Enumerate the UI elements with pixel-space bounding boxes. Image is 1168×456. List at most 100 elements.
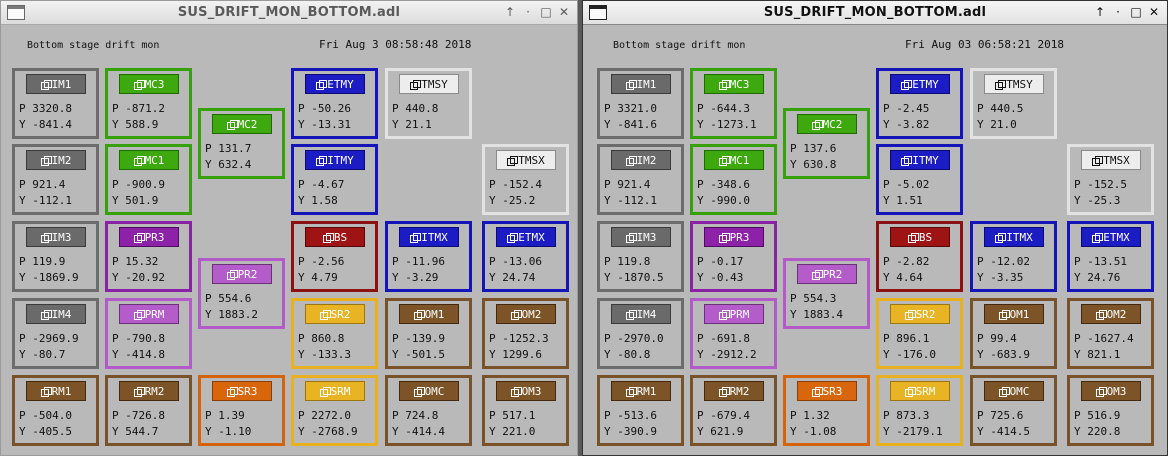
optic-panel-pr3: PR3 P -0.17 Y -0.43: [690, 221, 777, 292]
yaw-readout: Y -25.2: [489, 194, 536, 207]
timestamp: Fri Aug 03 06:58:21 2018: [905, 38, 1064, 51]
related-display-button-om3[interactable]: OM3: [496, 381, 556, 401]
related-display-button-mc1[interactable]: MC1: [119, 150, 179, 170]
related-display-button-prm[interactable]: PRM: [704, 304, 764, 324]
related-display-button-srm[interactable]: SRM: [305, 381, 365, 401]
close-button[interactable]: ✕: [1145, 4, 1163, 21]
related-display-button-im1[interactable]: IM1: [611, 74, 671, 94]
minimize-button[interactable]: ·: [519, 4, 537, 21]
related-display-button-mc2[interactable]: MC2: [797, 114, 857, 134]
pitch-yaw-readout: P -2.82 Y 4.64: [883, 254, 929, 286]
yaw-readout: Y -3.29: [392, 271, 439, 284]
related-display-button-etmy[interactable]: ETMY: [890, 74, 950, 94]
related-display-button-om1[interactable]: OM1: [399, 304, 459, 324]
optic-panel-tmsy: TMSY P 440.8 Y 21.1: [385, 68, 472, 139]
related-display-button-itmx[interactable]: ITMX: [399, 227, 459, 247]
related-display-button-om1[interactable]: OM1: [984, 304, 1044, 324]
related-display-button-bs[interactable]: BS: [890, 227, 950, 247]
optic-panel-pr3: PR3 P 15.32 Y -20.92: [105, 221, 192, 292]
maximize-button[interactable]: □: [537, 4, 555, 21]
keep-above-button[interactable]: ↑: [1091, 4, 1109, 21]
related-display-button-im3[interactable]: IM3: [26, 227, 86, 247]
related-display-button-im2[interactable]: IM2: [611, 150, 671, 170]
related-display-button-etmx[interactable]: ETMX: [1081, 227, 1141, 247]
yaw-value: 1883.2: [218, 308, 258, 321]
optic-panel-tmsy: TMSY P 440.5 Y 21.0: [970, 68, 1057, 139]
pitch-readout: P -13.06: [489, 255, 542, 268]
related-display-icon: [625, 155, 637, 166]
related-display-button-pr3[interactable]: PR3: [704, 227, 764, 247]
related-display-button-om2[interactable]: OM2: [1081, 304, 1141, 324]
related-display-button-itmy[interactable]: ITMY: [305, 150, 365, 170]
close-button[interactable]: ✕: [555, 4, 573, 21]
related-display-button-omc[interactable]: OMC: [399, 381, 459, 401]
related-display-button-itmx[interactable]: ITMX: [984, 227, 1044, 247]
pitch-yaw-readout: P -152.5 Y -25.3: [1074, 177, 1127, 209]
related-display-button-sr3[interactable]: SR3: [797, 381, 857, 401]
pitch-yaw-readout: P -12.02 Y -3.35: [977, 254, 1030, 286]
optic-label: PR3: [729, 230, 750, 244]
pitch-readout: P -679.4: [697, 409, 750, 422]
related-display-button-mc3[interactable]: MC3: [704, 74, 764, 94]
related-display-button-rm2[interactable]: RM2: [119, 381, 179, 401]
pitch-value: 921.4: [32, 178, 66, 191]
pitch-value: -12.02: [990, 255, 1030, 268]
pitch-readout: P 554.3: [790, 292, 837, 305]
optic-label: PR2: [822, 267, 843, 281]
related-display-icon: [226, 386, 238, 397]
related-display-icon: [133, 232, 145, 243]
related-display-button-im2[interactable]: IM2: [26, 150, 86, 170]
related-display-button-srm[interactable]: SRM: [890, 381, 950, 401]
related-display-button-etmy[interactable]: ETMY: [305, 74, 365, 94]
related-display-button-sr2[interactable]: SR2: [890, 304, 950, 324]
related-display-button-om3[interactable]: OM3: [1081, 381, 1141, 401]
related-display-button-im3[interactable]: IM3: [611, 227, 671, 247]
keep-above-button[interactable]: ↑: [501, 4, 519, 21]
optic-panel-etmy: ETMY P -2.45 Y -3.82: [876, 68, 963, 139]
yaw-value: 220.8: [1087, 425, 1121, 438]
related-display-button-tmsy[interactable]: TMSY: [399, 74, 459, 94]
related-display-button-rm1[interactable]: RM1: [611, 381, 671, 401]
pitch-readout: P 921.4: [604, 178, 651, 191]
related-display-button-im1[interactable]: IM1: [26, 74, 86, 94]
related-display-button-sr2[interactable]: SR2: [305, 304, 365, 324]
related-display-button-itmy[interactable]: ITMY: [890, 150, 950, 170]
optic-label: PR3: [144, 230, 165, 244]
optic-label: MC1: [144, 153, 165, 167]
pitch-value: 15.32: [125, 255, 159, 268]
minimize-button[interactable]: ·: [1109, 4, 1127, 21]
related-display-button-tmsx[interactable]: TMSX: [496, 150, 556, 170]
related-display-button-bs[interactable]: BS: [305, 227, 365, 247]
pitch-yaw-readout: P 724.8 Y -414.4: [392, 408, 445, 440]
related-display-button-prm[interactable]: PRM: [119, 304, 179, 324]
window-titlebar[interactable]: SUS_DRIFT_MON_BOTTOM.adl ↑ · □ ✕: [583, 1, 1167, 25]
related-display-button-im4[interactable]: IM4: [26, 304, 86, 324]
related-display-button-sr3[interactable]: SR3: [212, 381, 272, 401]
related-display-button-mc2[interactable]: MC2: [212, 114, 272, 134]
optic-panel-sr3: SR3 P 1.32 Y -1.08: [783, 375, 870, 446]
optic-panel-bs: BS P -2.56 Y 4.79: [291, 221, 378, 292]
related-display-icon: [40, 309, 52, 320]
related-display-icon: [907, 232, 919, 243]
related-display-button-etmx[interactable]: ETMX: [496, 227, 556, 247]
optic-panel-prm: PRM P -691.8 Y -2912.2: [690, 298, 777, 369]
related-display-button-rm1[interactable]: RM1: [26, 381, 86, 401]
yaw-value: 4.79: [311, 271, 338, 284]
related-display-button-pr3[interactable]: PR3: [119, 227, 179, 247]
related-display-button-pr2[interactable]: PR2: [212, 264, 272, 284]
related-display-button-mc1[interactable]: MC1: [704, 150, 764, 170]
related-display-button-tmsy[interactable]: TMSY: [984, 74, 1044, 94]
related-display-icon: [718, 79, 730, 90]
related-display-button-rm2[interactable]: RM2: [704, 381, 764, 401]
related-display-button-im4[interactable]: IM4: [611, 304, 671, 324]
yaw-readout: Y 21.1: [392, 118, 432, 131]
related-display-icon: [410, 232, 422, 243]
window-titlebar[interactable]: SUS_DRIFT_MON_BOTTOM.adl ↑ · □ ✕: [1, 1, 577, 25]
related-display-button-om2[interactable]: OM2: [496, 304, 556, 324]
pitch-yaw-readout: P 131.7 Y 632.4: [205, 141, 251, 173]
maximize-button[interactable]: □: [1127, 4, 1145, 21]
related-display-button-tmsx[interactable]: TMSX: [1081, 150, 1141, 170]
related-display-button-mc3[interactable]: MC3: [119, 74, 179, 94]
related-display-button-pr2[interactable]: PR2: [797, 264, 857, 284]
related-display-button-omc[interactable]: OMC: [984, 381, 1044, 401]
